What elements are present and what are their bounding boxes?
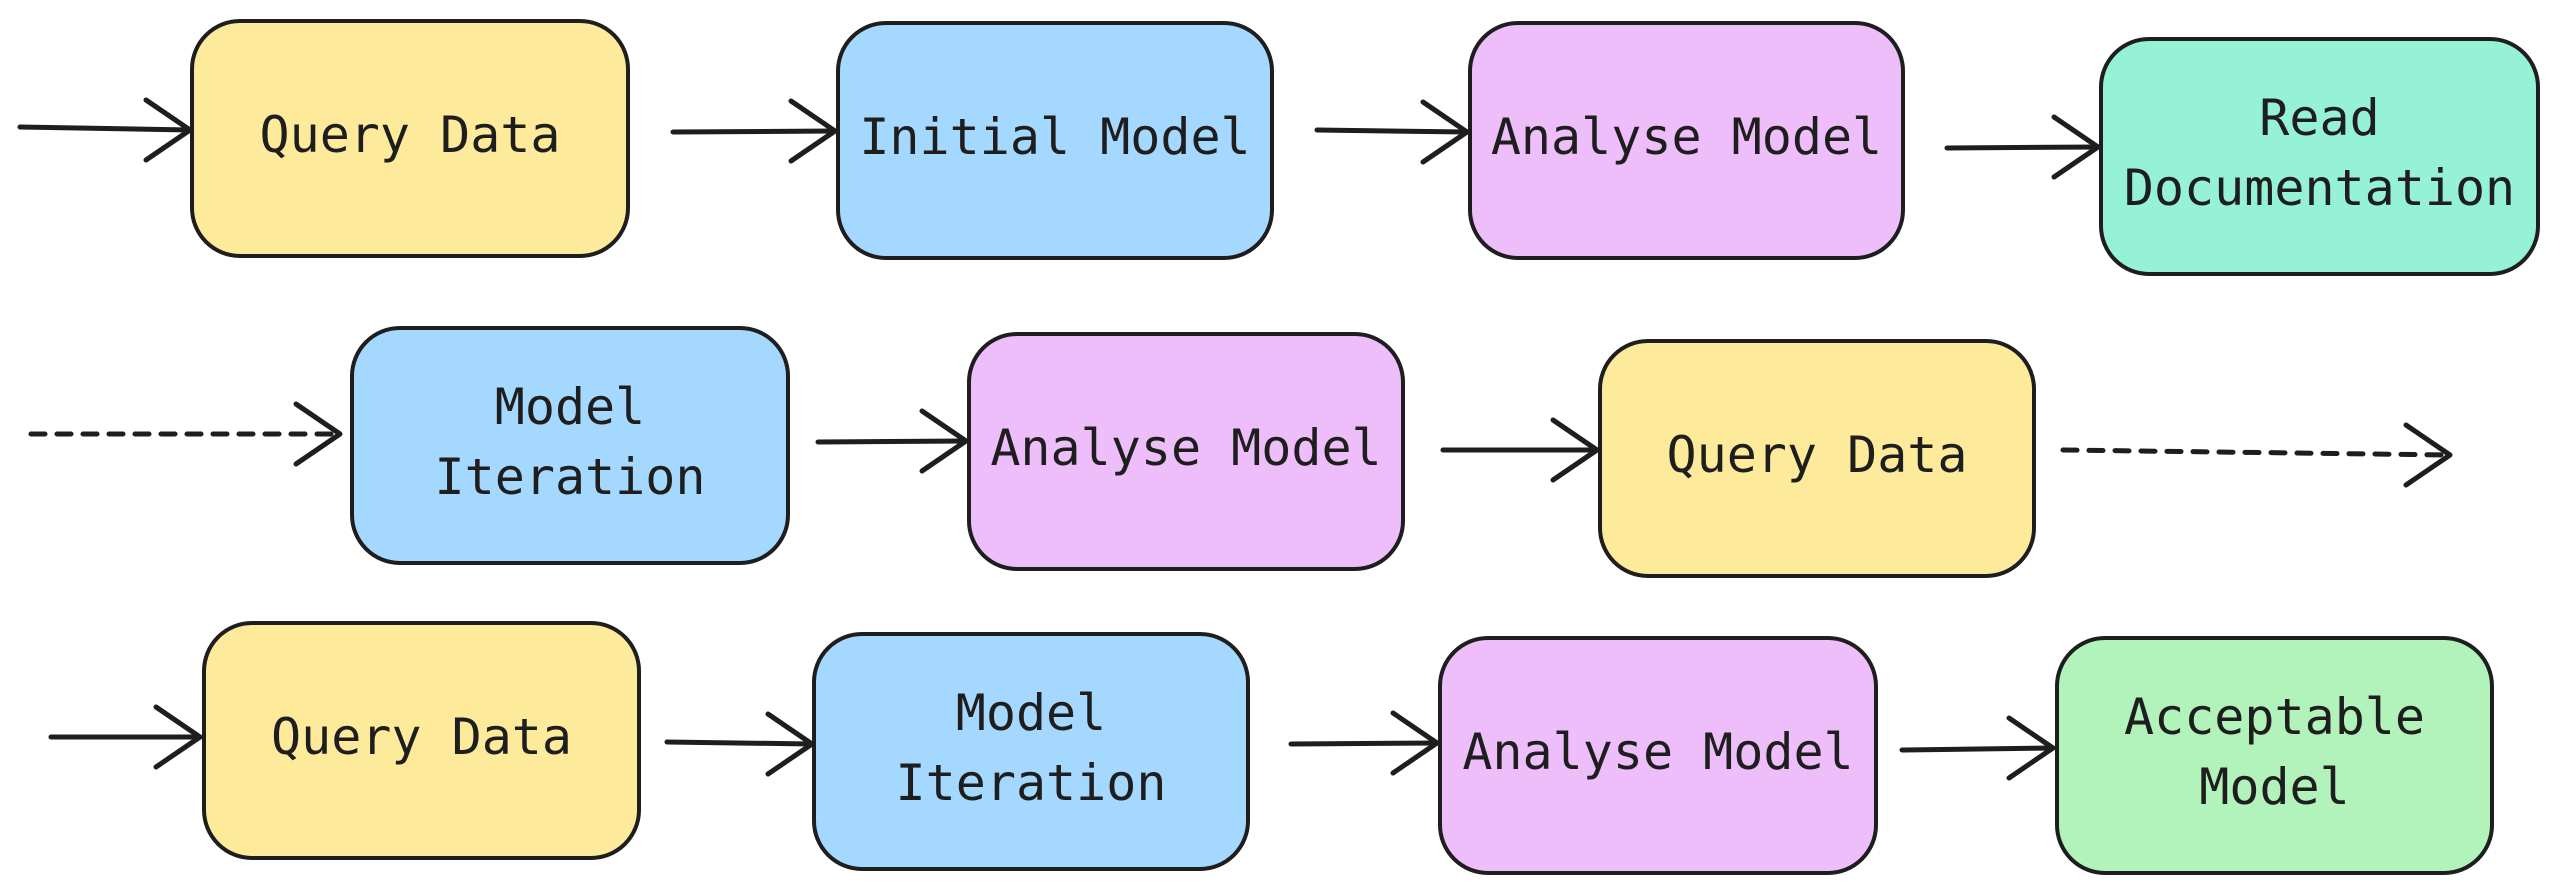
- arrow-line: [1899, 745, 2056, 753]
- node-label: Acceptable: [2124, 688, 2425, 746]
- arrow-r3-analyse-model: [1288, 710, 1440, 776]
- arrow-line: [815, 438, 969, 445]
- arrow-r1-initial-model: [670, 98, 838, 164]
- dashed-arrow-out: [2060, 422, 2453, 488]
- node-r3-model-iteration[interactable]: Model Iteration: [812, 632, 1250, 871]
- node-r1-read-documentation[interactable]: Read Documentation: [2099, 37, 2540, 276]
- node-label: Analyse Model: [990, 419, 1381, 477]
- node-r1-analyse-model[interactable]: Analyse Model: [1468, 21, 1905, 260]
- arrow-r3-acceptable-model: [1899, 715, 2056, 781]
- arrow-r3-model-iteration: [664, 711, 815, 777]
- node-label: Model: [2199, 758, 2350, 816]
- node-label: Read: [2259, 89, 2379, 147]
- arrow-line: [1944, 144, 2101, 151]
- arrow-line: [664, 739, 815, 747]
- arrow-line: [670, 128, 838, 135]
- node-label: Query Data: [271, 708, 572, 766]
- arrow-r1-analyse-model: [1314, 99, 1470, 165]
- arrow-r2-query-data: [1440, 417, 1600, 483]
- node-box: [2099, 37, 2540, 276]
- node-box: [2055, 636, 2494, 875]
- node-label: Analyse Model: [1462, 723, 1853, 781]
- dashed-arrow-r2-model-iteration: [28, 401, 343, 467]
- arrow-line: [1288, 740, 1440, 747]
- arrow-r1-query-data: [17, 97, 193, 163]
- arrow-r3-query-data: [48, 704, 203, 770]
- node-label: Query Data: [1666, 426, 1967, 484]
- node-r2-query-data[interactable]: Query Data: [1598, 339, 2036, 578]
- node-label: Documentation: [2124, 159, 2515, 217]
- node-box: [812, 632, 1250, 871]
- node-label: Model: [956, 684, 1107, 742]
- node-label: Initial Model: [859, 108, 1250, 166]
- node-r2-analyse-model[interactable]: Analyse Model: [967, 332, 1405, 571]
- node-label: Iteration: [435, 448, 706, 506]
- node-r2-model-iteration[interactable]: Model Iteration: [350, 326, 790, 565]
- node-label: Iteration: [896, 754, 1167, 812]
- node-label: Query Data: [259, 106, 560, 164]
- arrow-line: [1314, 127, 1470, 135]
- arrow-line: [17, 124, 193, 133]
- arrow-line: [2060, 447, 2453, 458]
- arrow-r1-read-documentation: [1944, 114, 2101, 180]
- node-r3-query-data[interactable]: Query Data: [202, 621, 641, 860]
- node-r3-analyse-model[interactable]: Analyse Model: [1438, 636, 1878, 875]
- node-r1-initial-model[interactable]: Initial Model: [836, 21, 1274, 260]
- node-r1-query-data[interactable]: Query Data: [190, 19, 630, 258]
- node-box: [350, 326, 790, 565]
- node-label: Analyse Model: [1491, 108, 1882, 166]
- arrow-r2-analyse-model: [815, 408, 969, 474]
- flowchart-canvas: Query Data Initial Model Analyse Model Read…: [17, 19, 2540, 875]
- node-r3-acceptable-model[interactable]: Acceptable Model: [2055, 636, 2494, 875]
- node-label: Model: [495, 378, 646, 436]
